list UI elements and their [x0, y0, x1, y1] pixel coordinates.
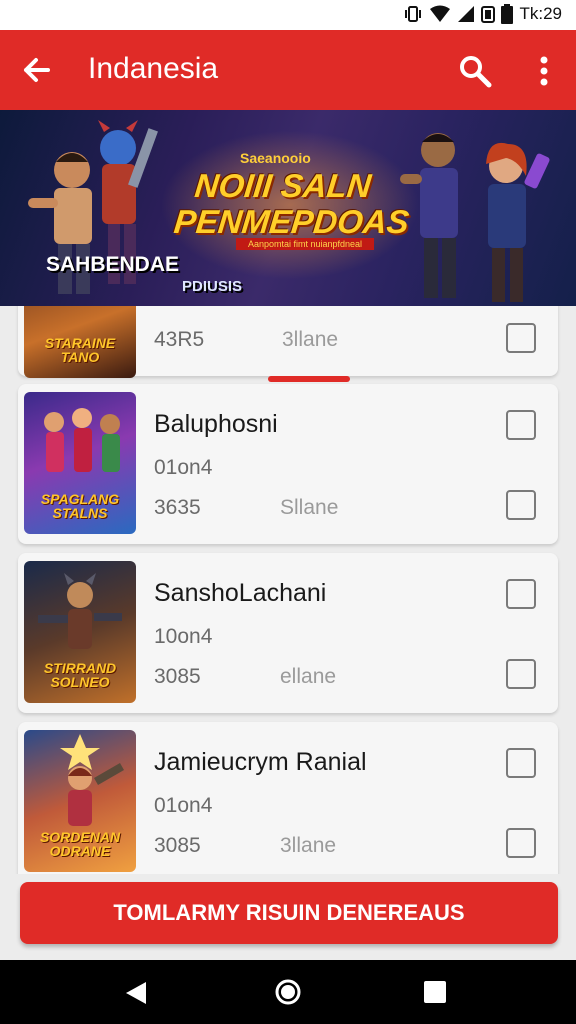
status-icons: Tk:29 [403, 4, 562, 24]
item-subtitle: 10on4 [154, 625, 213, 648]
item-title: Baluphosni [154, 410, 278, 438]
item-checkbox[interactable] [506, 323, 536, 353]
arrow-left-icon[interactable] [18, 50, 58, 90]
item-title: SanshoLachani [154, 579, 327, 607]
vibrate-icon [405, 6, 422, 22]
app-bar: Indanesia [0, 30, 576, 110]
item-value: 3635 [154, 496, 201, 519]
item-subtitle: 01on4 [154, 794, 213, 817]
banner-logo: SAHBENDAE PDIUSIS [46, 253, 242, 296]
system-nav-bar [0, 960, 576, 1024]
scroll-indicator [268, 376, 350, 382]
item-value: 43R5 [154, 328, 205, 351]
square-recents-icon[interactable] [424, 981, 446, 1003]
bottom-action-area: TOMLARMY RISUIN DENEREAUS [0, 874, 576, 960]
item-checkbox[interactable] [506, 579, 536, 609]
more-vert-icon[interactable] [528, 52, 560, 90]
page-title: Indanesia [88, 52, 219, 85]
banner-title: NOIII SALN PENMEPDOAS [172, 167, 411, 240]
signal-icon [458, 6, 475, 22]
list-item[interactable]: SORDENAN ODRANE Jamieucrym Ranial 01on4 … [18, 722, 558, 874]
item-checkbox[interactable] [506, 748, 536, 778]
thumbnail: STIRRAND SOLNEO [24, 561, 136, 703]
game-list[interactable]: STARAINE TANO 07ne4 43R5 3llane SPAGLANG… [0, 306, 576, 874]
item-tag: 3llane [280, 834, 337, 857]
list-item[interactable]: STARAINE TANO 07ne4 43R5 3llane [18, 306, 558, 378]
triangle-back-icon[interactable] [124, 980, 148, 1006]
hero-left-illustration [28, 120, 158, 294]
battery-icon [501, 4, 514, 24]
thumbnail-label: SPAGLANG STALNS [40, 491, 120, 521]
status-bar: Tk:29 [0, 0, 576, 30]
banner-strip: Aanpomtai fimt nuianpfdneal [236, 238, 374, 250]
thumbnail-label: STIRRAND SOLNEO [43, 660, 117, 690]
thumbnail: STARAINE TANO [24, 306, 136, 378]
item-tag: ellane [280, 665, 337, 688]
thumbnail: SORDENAN ODRANE [24, 730, 136, 872]
promo-banner[interactable]: Saeanooio NOIII SALN PENMEPDOAS Aanpomta… [0, 110, 576, 306]
item-checkbox[interactable] [506, 828, 536, 858]
item-checkbox[interactable] [506, 410, 536, 440]
item-value: 3085 [154, 665, 201, 688]
thumbnail-label: SORDENAN ODRANE [39, 829, 121, 859]
primary-action-button[interactable]: TOMLARMY RISUIN DENEREAUS [20, 882, 558, 944]
thumbnail-label: STARAINE TANO [44, 335, 116, 365]
thumbnail: SPAGLANG STALNS [24, 392, 136, 534]
item-checkbox[interactable] [506, 659, 536, 689]
list-item[interactable]: STIRRAND SOLNEO SanshoLachani 10on4 3085… [18, 553, 558, 713]
banner-logo-line1: SAHBENDAE [46, 253, 180, 276]
banner-title-line2: PENMEPDOAS [172, 203, 411, 240]
item-tag: Sllane [280, 496, 339, 519]
banner-title-line1: NOIII SALN [192, 167, 373, 204]
item-checkbox[interactable] [506, 490, 536, 520]
status-time: Tk:29 [519, 4, 562, 23]
item-title: Jamieucrym Ranial [154, 748, 367, 776]
item-subtitle: 01on4 [154, 456, 213, 479]
banner-eyebrow: Saeanooio [240, 150, 311, 166]
banner-logo-line2: PDIUSIS [182, 278, 243, 295]
circle-home-icon[interactable] [274, 978, 302, 1006]
item-tag: 3llane [282, 328, 339, 351]
nfc-icon [481, 6, 496, 23]
search-icon[interactable] [456, 52, 494, 90]
wifi-icon [430, 5, 451, 22]
item-value: 3085 [154, 834, 201, 857]
list-item[interactable]: SPAGLANG STALNS Baluphosni 01on4 3635 Sl… [18, 384, 558, 544]
